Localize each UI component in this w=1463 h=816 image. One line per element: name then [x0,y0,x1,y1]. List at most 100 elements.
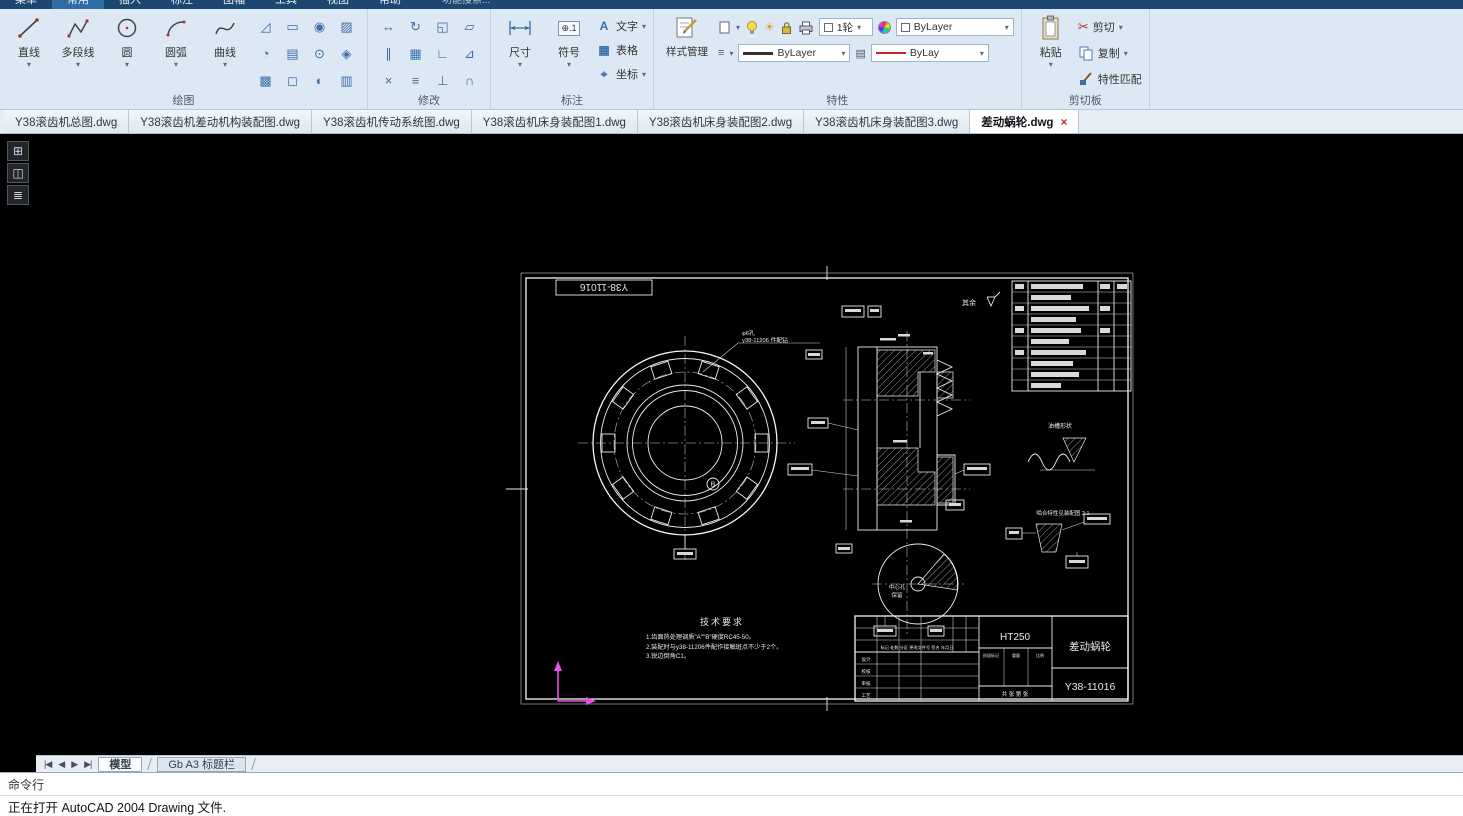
line-button[interactable]: 直线 ▾ [7,13,51,69]
draw-tool-icon[interactable]: ◔ [262,46,270,61]
menu-tab-insert[interactable]: 插入 [104,0,156,9]
draw-tool-icon[interactable]: ▨ [340,19,352,35]
doc-tab[interactable]: Y38滚齿机总图.dwg [4,110,130,133]
rail-tool-button-1[interactable]: ⊞ [7,141,29,161]
menu-tab-tools[interactable]: 工具 [260,0,312,9]
draw-tool-icon[interactable]: ◻ [287,73,298,89]
rows-icon[interactable]: ▤ [855,47,865,60]
erase-icon[interactable]: × [385,73,393,88]
coordinate-button[interactable]: ⌖ 坐标 ▾ [596,64,646,84]
oil-groove-label: 油槽形状 [1048,422,1072,430]
spline-button[interactable]: 曲线 ▾ [203,13,247,69]
array-icon[interactable]: ▦ [409,46,421,62]
move-icon[interactable]: ↔ [382,19,395,34]
symbol-button[interactable]: ⊕.1 符号 ▾ [547,13,591,69]
dimension-button[interactable]: 尺寸 ▾ [498,13,542,69]
doc-tab[interactable]: Y38滚齿机传动系统图.dwg [312,110,472,133]
material-value: HT250 [1000,632,1030,643]
doc-tab[interactable]: Y38滚齿机床身装配图2.dwg [637,110,805,133]
draw-tool-icon[interactable]: ▥ [340,73,352,89]
table-button[interactable]: ▦ 表格 [596,40,646,60]
draw-tool-icon[interactable]: ▭ [286,19,298,35]
next-layout-button[interactable]: ▶ [71,759,78,770]
chamfer-icon[interactable]: ⊿ [464,46,475,62]
weight-label: 重量 [1012,652,1020,658]
draw-tool-icon[interactable]: ◐ [316,73,324,88]
circle-icon [112,13,142,43]
circle-button[interactable]: 圆 ▾ [105,13,149,69]
fillet-icon[interactable]: ∟ [436,46,449,61]
lock-icon[interactable] [780,20,793,35]
mirror-icon[interactable]: ▱ [465,19,475,35]
drawing-canvas[interactable]: Y38-11016 B φ6孔 y38-11206 件配钻 中心孔 保留 其余 … [36,134,1463,755]
layer-select[interactable]: 1轮 ▾ [818,18,873,36]
doc-tab[interactable]: Y38滚齿机床身装配图3.dwg [804,110,971,133]
menu-tab-help[interactable]: 帮助 [364,0,416,9]
lightbulb-icon[interactable] [745,19,759,35]
polyline-button[interactable]: 多段线 ▾ [56,13,100,69]
parts-list-table [1011,280,1132,392]
draw-tool-icon[interactable]: ▩ [259,73,271,89]
chevron-down-icon: ▾ [222,60,227,69]
list-icon[interactable]: ≡ [718,47,724,59]
function-search-input[interactable]: 功能搜索... [442,0,490,9]
linetype-select[interactable]: ByLay ▾ [870,44,989,62]
lineweight-value: ByLayer [777,47,816,59]
color-select[interactable]: ByLayer ▾ [895,18,1014,36]
layout-tab-bar: |◀ ◀ ▶ ▶| 模型 Gb A3 标题栏 [36,755,1463,772]
draw-tool-icon[interactable]: ▤ [286,46,298,62]
auditor-label: 审核 [861,680,871,687]
color-value: ByLayer [913,21,953,33]
command-input[interactable]: 命令行 [0,773,1463,796]
menu-tab-view[interactable]: 视图 [312,0,364,9]
chevron-down-icon: ▾ [173,60,178,69]
paste-button[interactable]: 粘贴 ▾ [1029,13,1073,69]
sun-icon[interactable]: ☀ [764,20,775,34]
polyline-icon [63,13,93,43]
rail-tool-button-2[interactable]: ◫ [7,163,29,183]
layout-tab-a3[interactable]: Gb A3 标题栏 [157,756,247,772]
draw-tool-icon[interactable]: ◈ [342,46,352,62]
draw-tool-icon[interactable]: ◉ [314,19,325,35]
last-layout-button[interactable]: ▶| [84,759,92,770]
text-button[interactable]: A 文字 ▾ [596,16,646,36]
ribbon: 直线 ▾ 多段线 ▾ 圆 ▾ 圆弧 ▾ 曲线 ▾ ◿ ▭ ◉ ▨ ◔ ▤ ⊙ ◈… [0,9,1463,110]
menu-tab-sheet[interactable]: 图幅 [208,0,260,9]
rotate-icon[interactable]: ↻ [410,19,421,35]
chevron-down-icon: ▾ [124,60,129,69]
surface-finish-note: 其余 [962,291,1001,308]
model-tab[interactable]: 模型 [98,756,143,772]
style-manager-button[interactable]: 样式管理 [661,13,713,59]
sheet-icon[interactable] [718,21,731,34]
lineweight-select[interactable]: ByLayer ▾ [738,44,851,62]
trim-icon[interactable]: ⊥ [437,73,448,89]
match-properties-button[interactable]: 特性匹配 [1078,68,1142,90]
stretch-icon[interactable]: ∩ [465,73,474,88]
doc-tab-active[interactable]: 差动蜗轮.dwg × [970,110,1080,133]
rail-tool-button-3[interactable]: ≣ [7,185,29,205]
cut-button[interactable]: ✂ 剪切 ▾ [1078,16,1142,38]
dwg-differential-worm-gear: Y38-11016 B φ6孔 y38-11206 件配钻 中心孔 保留 其余 … [506,266,1134,711]
scale-icon[interactable]: ◱ [436,19,448,35]
arc-button[interactable]: 圆弧 ▾ [154,13,198,69]
paste-label: 粘贴 [1039,47,1062,59]
frame-number-label: Y38-11016 [579,281,628,292]
color-wheel-icon[interactable] [877,20,891,34]
menu-tab-menu[interactable]: 菜单 [0,0,52,9]
explode-icon[interactable]: ≡ [412,73,420,88]
draw-tool-icon[interactable]: ◿ [261,19,271,35]
menu-tab-home[interactable]: 常用 [52,0,104,9]
copy-button[interactable]: 复制 ▾ [1078,42,1142,64]
previous-layout-button[interactable]: ◀ [58,759,65,770]
doc-tab[interactable]: Y38滚齿机床身装配图1.dwg [471,110,638,133]
datum-b-label: B [711,482,716,489]
close-icon[interactable]: × [1060,115,1067,129]
gear-section-view: 中心孔 保留 [787,305,991,637]
color-swatch [900,22,910,32]
doc-tab[interactable]: Y38滚齿机差动机构装配图.dwg [129,110,313,133]
draw-tool-icon[interactable]: ⊙ [314,46,325,62]
offset-icon[interactable]: ∥ [385,46,392,62]
menu-tab-annotate[interactable]: 标注 [156,0,208,9]
first-layout-button[interactable]: |◀ [44,759,52,770]
printer-icon[interactable] [798,20,814,35]
